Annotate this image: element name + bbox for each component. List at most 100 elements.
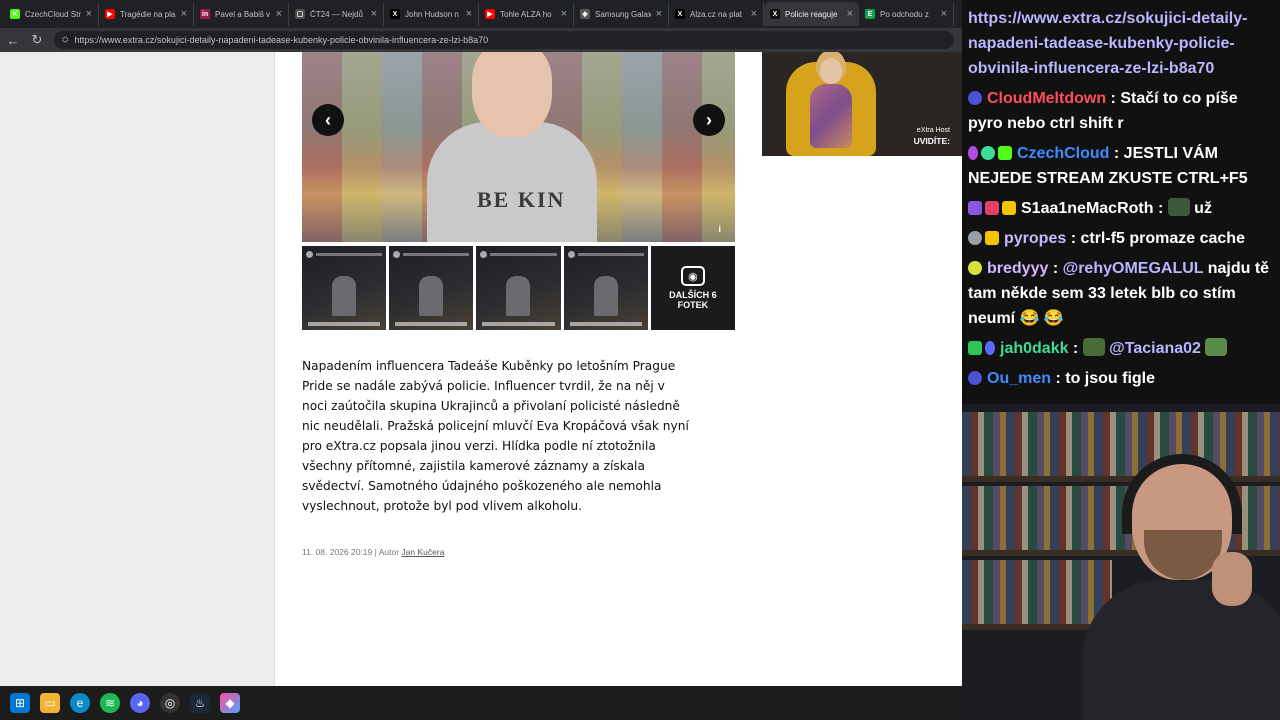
chat-badge-icon — [968, 371, 982, 385]
check-badge-icon — [968, 341, 982, 355]
tab-favicon-icon: in — [200, 9, 210, 19]
page-viewport: BE KIN ‹ › i ◉ DALŠÍCH 6 FOTEK Napadením… — [0, 52, 962, 686]
wrench-badge-icon — [968, 231, 982, 245]
tab-favicon-icon: X — [675, 9, 685, 19]
stream-chat-overlay: https://www.extra.cz/sokujici-detaily-na… — [962, 0, 1280, 404]
browser-tab[interactable]: X John Hudson n × — [384, 2, 479, 26]
app-icon[interactable]: ◆ — [220, 693, 240, 713]
crown-badge-icon — [985, 231, 999, 245]
gem-badge-icon — [998, 146, 1012, 160]
tab-favicon-icon: ▢ — [295, 9, 305, 19]
streamer-webcam — [962, 404, 1280, 720]
chat-message: CloudMeltdown : Stačí to co píše pyro ne… — [968, 90, 1238, 132]
streamer — [1082, 454, 1280, 720]
tab-close-icon[interactable]: × — [466, 8, 472, 20]
tab-title: Alza.cz na plat — [690, 9, 743, 19]
hoodie-print: BE KIN — [477, 187, 566, 212]
tab-title: John Hudson n — [405, 9, 459, 19]
tab-close-icon[interactable]: × — [751, 8, 757, 20]
crown-badge-icon — [1002, 201, 1016, 215]
article-paragraph: Napadením influencera Tadeáše Kuběnky po… — [302, 359, 689, 513]
site-info-icon[interactable]: ⛭ — [62, 35, 68, 45]
browser-window: K CzechCloud Str × ▶ Tragédie na pla × in Pavel… — [0, 0, 962, 686]
tab-title: Pavel a Babiš v — [215, 9, 271, 19]
gallery-next-button[interactable]: › — [693, 104, 725, 136]
gallery-thumbnail[interactable] — [302, 246, 387, 330]
author-link[interactable]: Jan Kučera — [401, 547, 444, 557]
chat-badge-icon — [985, 341, 995, 355]
gallery-thumbnail[interactable] — [476, 246, 561, 330]
tab-favicon-icon: ▶ — [485, 9, 495, 19]
tab-close-icon[interactable]: × — [276, 8, 282, 20]
gift-badge-icon — [968, 201, 982, 215]
browser-tab[interactable]: K CzechCloud Str × — [4, 2, 99, 26]
url-text: https://www.extra.cz/sokujici-detaily-na… — [74, 35, 489, 45]
windows-start-icon[interactable]: ⊞ — [10, 693, 30, 713]
browser-tab[interactable]: ▶ Tohle ALZA ho × — [479, 2, 574, 26]
back-arrow-icon[interactable]: ← — [6, 33, 20, 48]
reload-icon[interactable]: ↻ — [30, 32, 44, 48]
edge-icon[interactable]: e — [70, 693, 90, 713]
tab-favicon-icon: K — [10, 9, 20, 19]
chat-mention: @rehyOMEGALUL — [1062, 260, 1204, 277]
tab-favicon-icon: ▶ — [105, 9, 115, 19]
chat-message: pyropes : ctrl-f5 promaze cache — [968, 226, 1274, 251]
video-caption: eXtra Host UVIDÍTE: — [913, 127, 950, 146]
chat-message: Ou_men : to jsou figle — [968, 366, 1274, 391]
browser-tab[interactable]: in Pavel a Babiš v × — [194, 2, 289, 26]
file-explorer-icon[interactable]: ▭ — [40, 693, 60, 713]
tab-close-icon[interactable]: × — [561, 8, 567, 20]
browser-tab[interactable]: X Policie reaguje × — [764, 2, 859, 26]
browser-tab[interactable]: ▶ Tragédie na pla × — [99, 2, 194, 26]
chat-message-text: už — [1194, 200, 1212, 217]
chat-badge-icon — [968, 91, 982, 105]
gallery-more-photos-button[interactable]: ◉ DALŠÍCH 6 FOTEK — [650, 246, 736, 330]
tab-close-icon[interactable]: × — [371, 8, 377, 20]
discord-icon[interactable]: ◕ — [130, 693, 150, 713]
gallery-thumbnail[interactable] — [563, 246, 648, 330]
spotify-icon[interactable]: ≋ — [100, 693, 120, 713]
tab-close-icon[interactable]: × — [656, 8, 662, 20]
tab-close-icon[interactable]: × — [181, 8, 187, 20]
tab-title: Tohle ALZA ho — [500, 9, 552, 19]
chat-message: bredyyy : @rehyOMEGALUL najdu tě tam něk… — [968, 260, 1270, 327]
tab-title: Po odchodu z — [880, 9, 929, 19]
chat-message-text: ctrl-f5 promaze cache — [1080, 230, 1245, 247]
tab-title: CzechCloud Str — [25, 9, 81, 19]
tab-title: ČT24 — Nejdů — [310, 9, 363, 19]
tab-close-icon[interactable]: × — [86, 8, 92, 20]
pepe-emote — [1205, 338, 1228, 356]
video-host — [810, 58, 852, 148]
tab-strip: K CzechCloud Str × ▶ Tragédie na pla × in Pavel… — [0, 0, 962, 28]
chat-username: bredyyy — [987, 260, 1049, 277]
gallery-thumbnail[interactable] — [389, 246, 474, 330]
tab-title: Policie reaguje — [785, 9, 838, 19]
steam-icon[interactable]: ♨ — [190, 693, 210, 713]
obs-icon[interactable]: ◎ — [160, 693, 180, 713]
gallery-prev-button[interactable]: ‹ — [312, 104, 344, 136]
chat-username: CzechCloud — [1017, 145, 1110, 162]
article-byline: 11. 08. 2026 20:19 | Autor Jan Kučera — [302, 547, 445, 557]
info-icon[interactable]: i — [718, 224, 721, 234]
tab-title: Tragédie na pla — [120, 9, 176, 19]
sidebar-video-player[interactable]: eXtra Host UVIDÍTE: — [762, 52, 962, 156]
gallery-main-photo[interactable]: BE KIN ‹ › i — [302, 52, 735, 242]
chevron-right-icon: › — [706, 109, 712, 130]
browser-tab[interactable]: E Po odchodu z × — [859, 2, 954, 26]
chat-emote — [1167, 198, 1190, 216]
tab-favicon-icon: X — [770, 9, 780, 19]
tab-favicon-icon: E — [865, 9, 875, 19]
left-gutter — [0, 52, 275, 686]
tab-close-icon[interactable]: × — [847, 8, 853, 20]
chat-username: S1aa1neMacRoth — [1021, 200, 1154, 217]
chat-username: jah0dakk — [1000, 340, 1069, 357]
chat-mention: @Taciana02 — [1109, 340, 1201, 357]
chat-message: S1aa1neMacRoth : už — [968, 196, 1274, 221]
browser-tab[interactable]: X Alza.cz na plat × — [669, 2, 764, 26]
browser-tab[interactable]: ◈ Samsung Galax × — [574, 2, 669, 26]
browser-tab[interactable]: ▢ ČT24 — Nejdů × — [289, 2, 384, 26]
more-photos-label: DALŠÍCH 6 FOTEK — [669, 290, 717, 310]
url-field[interactable]: ⛭ https://www.extra.cz/sokujici-detaily-… — [54, 31, 954, 49]
tab-title: Samsung Galax — [595, 9, 651, 19]
tab-close-icon[interactable]: × — [941, 8, 947, 20]
